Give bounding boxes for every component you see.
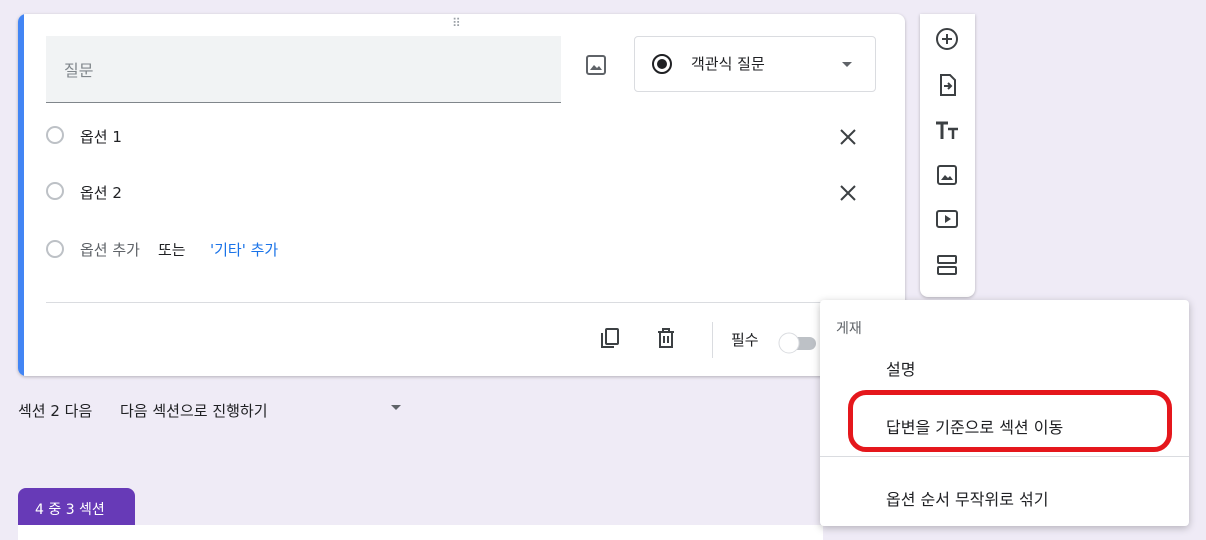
- delete-button[interactable]: [654, 326, 678, 354]
- menu-header: 게재: [836, 321, 862, 337]
- after-section-label: 섹션 2 다음: [18, 402, 93, 420]
- close-icon: [840, 185, 856, 201]
- active-card-accent: [18, 14, 24, 376]
- question-field[interactable]: [46, 36, 561, 103]
- option-label[interactable]: 옵션 1: [80, 126, 122, 147]
- add-title-icon: [936, 121, 958, 139]
- image-icon: [586, 55, 606, 75]
- radio-checked-icon: [652, 54, 672, 74]
- option-row[interactable]: 옵션 2: [46, 178, 876, 208]
- question-toolbar: [920, 14, 975, 297]
- question-input[interactable]: [62, 56, 546, 84]
- question-type-select[interactable]: 객관식 질문: [634, 36, 876, 92]
- add-image-icon: [937, 165, 957, 185]
- remove-option-button[interactable]: [836, 181, 860, 205]
- duplicate-button[interactable]: [598, 326, 622, 354]
- add-image-button[interactable]: [934, 162, 960, 188]
- section-badge-label: 4 중 3 섹션: [35, 502, 105, 518]
- radio-icon: [46, 182, 64, 200]
- drag-handle-icon[interactable]: ⠿: [452, 16, 462, 30]
- next-section-card-edge: [18, 525, 823, 540]
- section-badge: 4 중 3 섹션: [18, 488, 135, 526]
- footer-separator: [712, 322, 713, 358]
- highlight-annotation: [848, 390, 1172, 452]
- question-card[interactable]: ⠿ 객관식 질문 옵션 1 옵션 2: [18, 14, 905, 376]
- or-text: 또는: [158, 241, 186, 259]
- add-question-icon: [936, 28, 958, 50]
- radio-icon: [46, 126, 64, 144]
- trash-icon: [658, 328, 674, 348]
- remove-option-button[interactable]: [836, 125, 860, 149]
- add-other-link[interactable]: '기타' 추가: [210, 239, 278, 260]
- chevron-down-icon: [842, 62, 852, 67]
- add-title-button[interactable]: [934, 118, 960, 144]
- add-question-button[interactable]: [934, 26, 960, 52]
- menu-item-label: 옵션 순서 무작위로 섞기: [886, 490, 1049, 509]
- add-section-button[interactable]: [934, 252, 960, 278]
- after-section-select[interactable]: 다음 섹션으로 진행하기: [120, 400, 268, 421]
- close-icon: [840, 129, 856, 145]
- required-label: 필수: [731, 331, 759, 349]
- menu-item-shuffle-options[interactable]: 옵션 순서 무작위로 섞기: [820, 474, 1189, 518]
- menu-divider: [820, 456, 1189, 457]
- add-option-button[interactable]: 옵션 추가: [80, 239, 140, 260]
- add-question-image-button[interactable]: [581, 50, 611, 80]
- menu-item-label: 설명: [886, 360, 916, 379]
- radio-icon: [46, 240, 64, 258]
- option-label[interactable]: 옵션 2: [80, 182, 122, 203]
- import-questions-button[interactable]: [934, 72, 960, 98]
- add-video-icon: [936, 210, 958, 228]
- required-toggle[interactable]: [778, 332, 818, 354]
- toggle-switch-icon: [778, 332, 816, 354]
- add-video-button[interactable]: [934, 206, 960, 232]
- option-row[interactable]: 옵션 1: [46, 122, 876, 152]
- add-option-row: 옵션 추가 또는 '기타' 추가: [46, 236, 446, 266]
- card-divider: [46, 302, 886, 303]
- copy-icon: [601, 328, 619, 348]
- question-type-label: 객관식 질문: [691, 55, 765, 73]
- add-section-icon: [937, 255, 957, 275]
- chevron-down-icon[interactable]: [390, 404, 402, 412]
- import-questions-icon: [940, 74, 956, 96]
- menu-item-description[interactable]: 설명: [820, 344, 1189, 388]
